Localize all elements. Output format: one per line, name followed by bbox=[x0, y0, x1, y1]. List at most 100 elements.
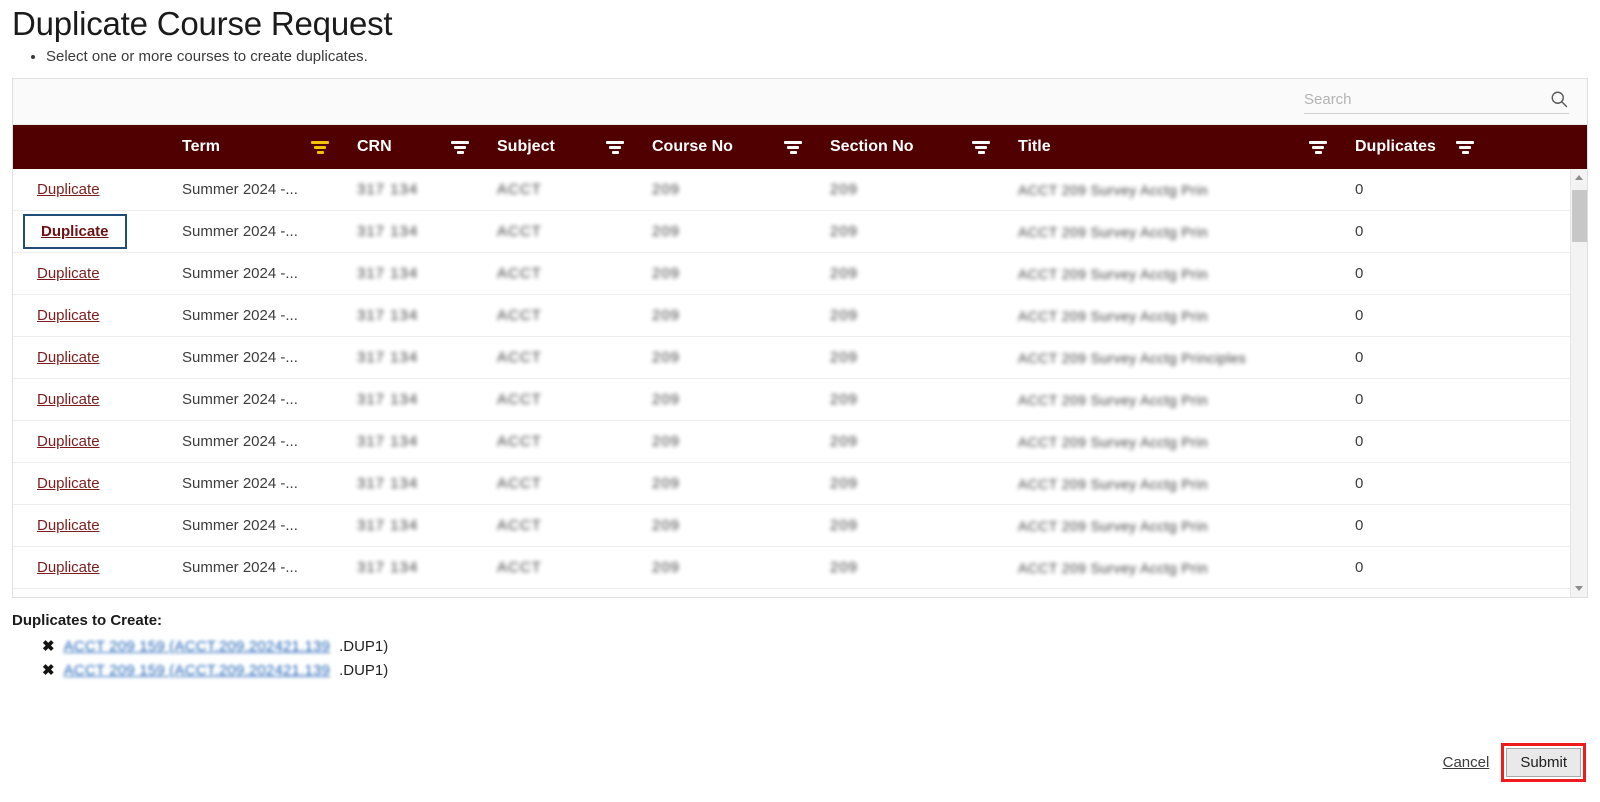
cell-section-no: 209 bbox=[816, 169, 1004, 211]
column-header-subject[interactable]: Subject bbox=[483, 125, 638, 169]
scroll-up-arrow[interactable] bbox=[1571, 169, 1588, 186]
cell-title: ACCT 209 Survey Acctg Prin bbox=[1004, 547, 1341, 589]
cell-section-no-value: 209 bbox=[830, 391, 859, 408]
scrollbar-track[interactable] bbox=[1571, 186, 1588, 580]
submit-button[interactable]: Submit bbox=[1506, 748, 1581, 777]
column-header-duplicates[interactable]: Duplicates bbox=[1341, 125, 1488, 169]
cell-duplicates: 0 bbox=[1341, 463, 1488, 505]
table-row[interactable]: Duplicate Summer 2024 -... 317 134 ACCT 209 2… bbox=[13, 337, 1587, 379]
table-row[interactable]: Duplicate Summer 2024 -... 317 134 ACCT 209 2… bbox=[13, 505, 1587, 547]
cell-section-no-value: 209 bbox=[830, 559, 859, 576]
cell-course-no-value: 209 bbox=[652, 475, 681, 492]
cell-title-value: ACCT 209 Survey Acctg Prin bbox=[1018, 475, 1208, 492]
duplicate-link-cell[interactable]: Duplicate bbox=[13, 211, 168, 253]
duplicate-link[interactable]: Duplicate bbox=[37, 433, 100, 450]
column-label-course-no: Course No bbox=[652, 138, 733, 155]
cell-course-no: 209 bbox=[638, 463, 816, 505]
column-header-crn[interactable]: CRN bbox=[343, 125, 483, 169]
duplicate-link-cell[interactable]: Duplicate bbox=[13, 337, 168, 379]
cell-term-value: Summer 2024 -... bbox=[182, 433, 298, 450]
duplicate-entry-label[interactable]: ACCT 209 159 (ACCT.209.202421.139 bbox=[64, 659, 331, 683]
cell-subject: ACCT bbox=[483, 463, 638, 505]
search-icon[interactable] bbox=[1549, 89, 1569, 109]
cell-subject-value: ACCT bbox=[497, 349, 542, 366]
table-row[interactable]: Duplicate Summer 2024 -... 317 134 ACCT 209 2… bbox=[13, 211, 1587, 253]
cell-duplicates-value: 0 bbox=[1355, 307, 1364, 324]
cell-crn-value: 317 134 bbox=[357, 265, 419, 282]
filter-icon-term[interactable] bbox=[311, 140, 329, 154]
form-actions: Cancel Submit bbox=[1441, 743, 1586, 782]
search-input[interactable] bbox=[1304, 89, 1541, 110]
cell-crn: 317 134 bbox=[343, 295, 483, 337]
cell-term: Summer 2024 -... bbox=[168, 505, 343, 547]
cancel-link[interactable]: Cancel bbox=[1441, 750, 1492, 775]
duplicate-link[interactable]: Duplicate bbox=[37, 181, 100, 198]
duplicate-link-cell[interactable]: Duplicate bbox=[13, 547, 168, 589]
table-body-wrapper: Duplicate Summer 2024 -... 317 134 ACCT 209 2… bbox=[13, 169, 1587, 597]
cell-subject: ACCT bbox=[483, 421, 638, 463]
duplicate-link[interactable]: Duplicate bbox=[37, 559, 100, 576]
duplicate-link-cell[interactable]: Duplicate bbox=[13, 295, 168, 337]
cell-duplicates: 0 bbox=[1341, 169, 1488, 211]
duplicate-link-cell[interactable]: Duplicate bbox=[13, 169, 168, 211]
table-row[interactable]: Duplicate Summer 2024 -... 317 134 ACCT 209 2… bbox=[13, 295, 1587, 337]
cell-section-no: 209 bbox=[816, 421, 1004, 463]
filter-icon-duplicates[interactable] bbox=[1456, 140, 1474, 154]
filter-icon-crn[interactable] bbox=[451, 140, 469, 154]
cell-section-no-value: 209 bbox=[830, 223, 859, 240]
duplicate-link-cell[interactable]: Duplicate bbox=[13, 421, 168, 463]
duplicate-link-cell[interactable]: Duplicate bbox=[13, 253, 168, 295]
instructions-list: Select one or more courses to create dup… bbox=[12, 46, 1588, 68]
cell-course-no: 209 bbox=[638, 253, 816, 295]
cell-title-value: ACCT 209 Survey Acctg Prin bbox=[1018, 307, 1208, 324]
cell-crn-value: 317 134 bbox=[357, 517, 419, 534]
cell-duplicates-value: 0 bbox=[1355, 433, 1364, 450]
cell-term: Summer 2024 -... bbox=[168, 421, 343, 463]
cell-term-value: Summer 2024 -... bbox=[182, 223, 298, 240]
filter-icon-section-no[interactable] bbox=[972, 140, 990, 154]
duplicate-link-cell[interactable]: Duplicate bbox=[13, 379, 168, 421]
course-table-panel: Term CRN Subject Course No Section No Ti bbox=[12, 78, 1588, 598]
duplicate-link[interactable]: Duplicate bbox=[37, 517, 100, 534]
cell-duplicates-value: 0 bbox=[1355, 517, 1364, 534]
duplicate-link[interactable]: Duplicate bbox=[37, 475, 100, 492]
table-scrollbar[interactable] bbox=[1570, 169, 1587, 597]
cell-course-no: 209 bbox=[638, 295, 816, 337]
scroll-down-arrow[interactable] bbox=[1571, 580, 1588, 597]
filter-icon-title[interactable] bbox=[1309, 140, 1327, 154]
x-icon[interactable]: ✖ bbox=[42, 659, 55, 683]
column-header-title[interactable]: Title bbox=[1004, 125, 1341, 169]
filter-icon-course-no[interactable] bbox=[784, 140, 802, 154]
cell-subject: ACCT bbox=[483, 295, 638, 337]
duplicate-link-cell[interactable]: Duplicate bbox=[13, 505, 168, 547]
table-row[interactable]: Duplicate Summer 2024 -... 317 134 ACCT 209 2… bbox=[13, 421, 1587, 463]
cell-term-value: Summer 2024 -... bbox=[182, 517, 298, 534]
table-row[interactable]: Duplicate Summer 2024 -... 317 134 ACCT 209 2… bbox=[13, 547, 1587, 589]
duplicate-link[interactable]: Duplicate bbox=[37, 307, 100, 324]
table-row[interactable]: Duplicate Summer 2024 -... 317 134 ACCT 209 2… bbox=[13, 463, 1587, 505]
duplicate-entry-label[interactable]: ACCT 209 159 (ACCT.209.202421.139 bbox=[64, 635, 331, 659]
cell-term-value: Summer 2024 -... bbox=[182, 181, 298, 198]
column-header-term[interactable]: Term bbox=[168, 125, 343, 169]
table-row[interactable]: Duplicate Summer 2024 -... 317 134 ACCT 209 2… bbox=[13, 379, 1587, 421]
cell-title-value: ACCT 209 Survey Acctg Prin bbox=[1018, 433, 1208, 450]
duplicate-link[interactable]: Duplicate bbox=[37, 265, 100, 282]
cell-subject-value: ACCT bbox=[497, 391, 542, 408]
duplicate-link[interactable]: Duplicate bbox=[37, 391, 100, 408]
cell-course-no: 209 bbox=[638, 505, 816, 547]
duplicate-link[interactable]: Duplicate bbox=[37, 349, 100, 366]
column-header-section-no[interactable]: Section No bbox=[816, 125, 1004, 169]
x-icon[interactable]: ✖ bbox=[42, 635, 55, 659]
duplicate-link-cell[interactable]: Duplicate bbox=[13, 463, 168, 505]
duplicate-entry-item: ✖ ACCT 209 159 (ACCT.209.202421.139 .DUP1) bbox=[42, 659, 1588, 683]
cell-section-no-value: 209 bbox=[830, 475, 859, 492]
search-box[interactable] bbox=[1304, 89, 1569, 114]
cell-subject: ACCT bbox=[483, 211, 638, 253]
filter-icon-subject[interactable] bbox=[606, 140, 624, 154]
cell-crn-value: 317 134 bbox=[357, 223, 419, 240]
duplicate-link[interactable]: Duplicate bbox=[23, 214, 127, 249]
column-header-course-no[interactable]: Course No bbox=[638, 125, 816, 169]
table-row[interactable]: Duplicate Summer 2024 -... 317 134 ACCT 209 2… bbox=[13, 169, 1587, 211]
scrollbar-thumb[interactable] bbox=[1571, 190, 1587, 242]
table-row[interactable]: Duplicate Summer 2024 -... 317 134 ACCT 209 2… bbox=[13, 253, 1587, 295]
